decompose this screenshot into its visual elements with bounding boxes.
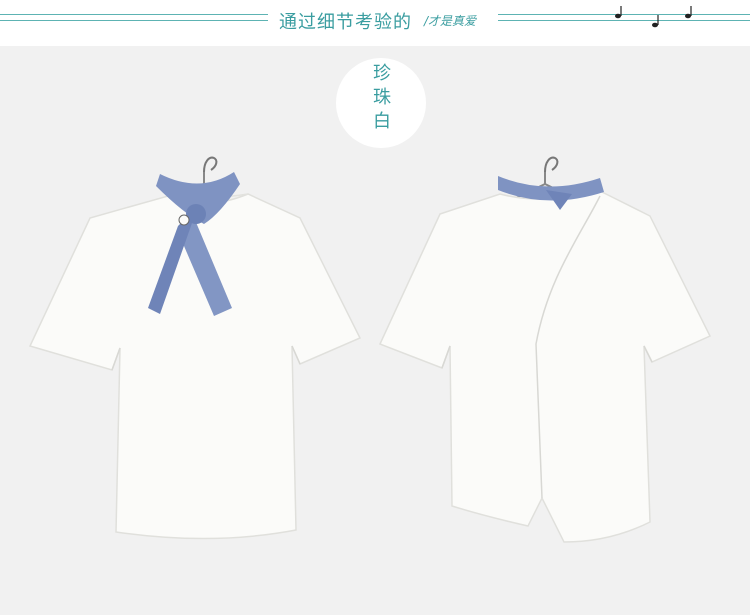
header-rule-left-top (0, 14, 268, 15)
header-title: 通过细节考验的 (279, 12, 412, 33)
music-notes-icon (615, 6, 692, 28)
color-label: 珍珠白 (373, 63, 391, 132)
page-header: 通过细节考验的 /才是真爱 (0, 0, 750, 46)
back-tshirt (378, 189, 712, 543)
product-photo: 珍珠白 (0, 46, 750, 615)
header-subtitle: /才是真爱 (424, 14, 477, 28)
header-rule-left-bottom (0, 20, 268, 21)
